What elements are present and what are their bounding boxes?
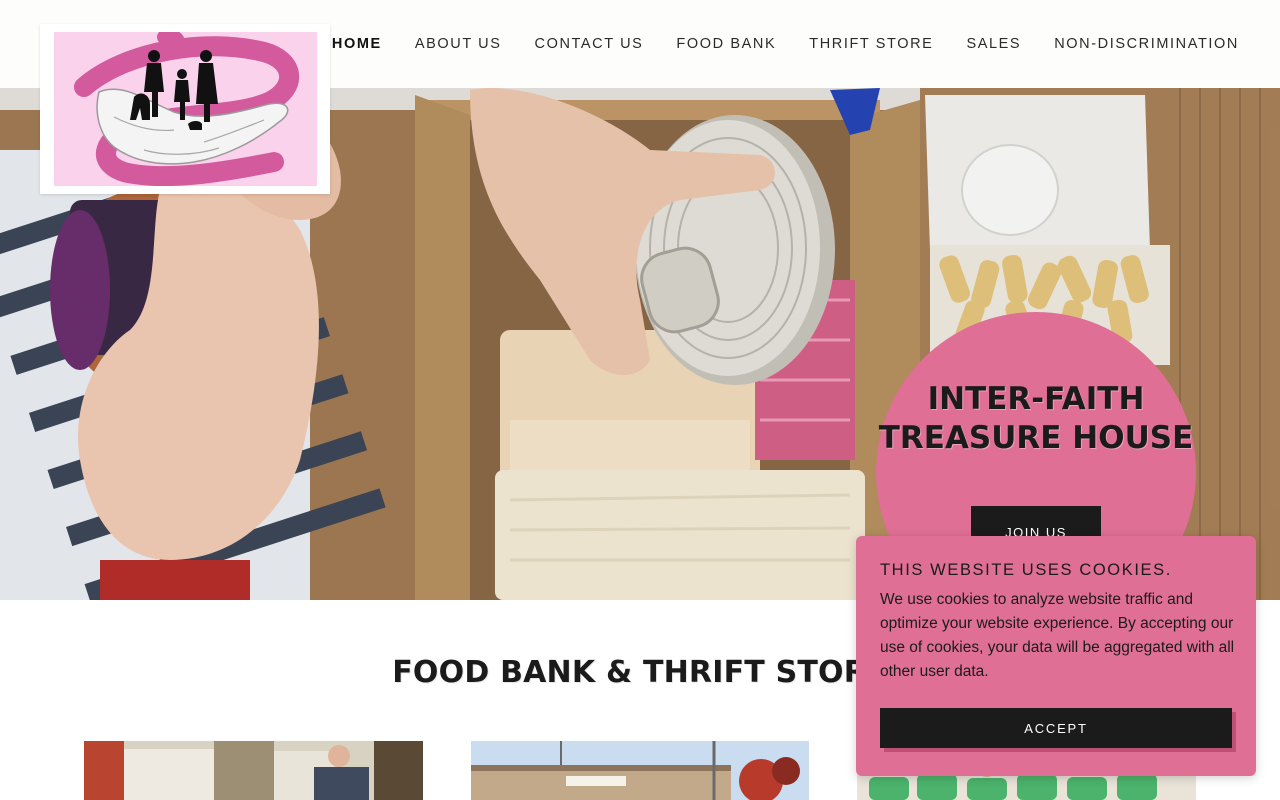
main-nav: HOME ABOUT US CONTACT US FOOD BANK THRIF… [332,34,1239,54]
nav-food-bank[interactable]: FOOD BANK [676,36,776,52]
family-in-hands-logo-icon [54,32,317,186]
cookie-banner: THIS WEBSITE USES COOKIES. We use cookie… [856,536,1256,776]
nav-thrift-store[interactable]: THRIFT STORE [809,36,933,52]
volunteer-photo [84,741,423,800]
nav-home[interactable]: HOME [332,36,382,52]
storefront-photo [471,741,809,800]
nav-about-us[interactable]: ABOUT US [415,36,502,52]
nav-non-discrimination[interactable]: NON-DISCRIMINATION [1054,36,1239,52]
nav-sales[interactable]: SALES [966,36,1021,52]
thumbnail-storefront-building[interactable] [471,741,809,800]
cookie-title: THIS WEBSITE USES COOKIES. [880,561,1172,579]
hero-title: INTER-FAITH TREASURE HOUSE [878,381,1194,456]
thumbnail-volunteer-in-pantry[interactable] [84,741,423,800]
site-logo[interactable] [40,24,330,194]
cookie-message: We use cookies to analyze website traffi… [880,591,1235,680]
logo-image [54,32,317,186]
accept-cookies-button[interactable]: ACCEPT [880,708,1232,748]
nav-contact-us[interactable]: CONTACT US [535,36,644,52]
